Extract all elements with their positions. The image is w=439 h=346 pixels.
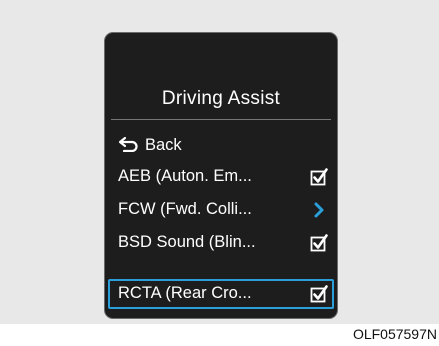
back-arrow-icon [118, 136, 138, 152]
menu-item-label: RCTA (Rear Cro... [118, 284, 252, 302]
menu-item-label: FCW (Fwd. Colli... [118, 200, 252, 218]
title-divider [111, 119, 331, 120]
menu-item-fcw[interactable]: FCW (Fwd. Colli... [108, 195, 334, 225]
chevron-right-icon [314, 202, 324, 218]
checkbox-checked-icon[interactable] [310, 234, 328, 252]
display-screen: Driving Assist Back AEB (Auton. Em... FC… [104, 32, 338, 319]
menu-item-label: BSD Sound (Blin... [118, 233, 256, 251]
checkbox-checked-icon[interactable] [310, 168, 328, 186]
menu-item-rcta[interactable]: RCTA (Rear Cro... [108, 279, 334, 309]
menu-item-label: AEB (Auton. Em... [118, 167, 252, 185]
back-label: Back [145, 136, 182, 154]
page-title: Driving Assist [161, 88, 281, 109]
checkbox-checked-icon[interactable] [310, 285, 328, 303]
figure-code: OLF057597N [352, 326, 437, 342]
menu-item-bsd-sound[interactable]: BSD Sound (Blin... [108, 228, 334, 258]
image-frame: Driving Assist Back AEB (Auton. Em... FC… [0, 0, 439, 324]
back-button[interactable]: Back [108, 131, 334, 161]
menu-item-aeb[interactable]: AEB (Auton. Em... [108, 162, 334, 192]
